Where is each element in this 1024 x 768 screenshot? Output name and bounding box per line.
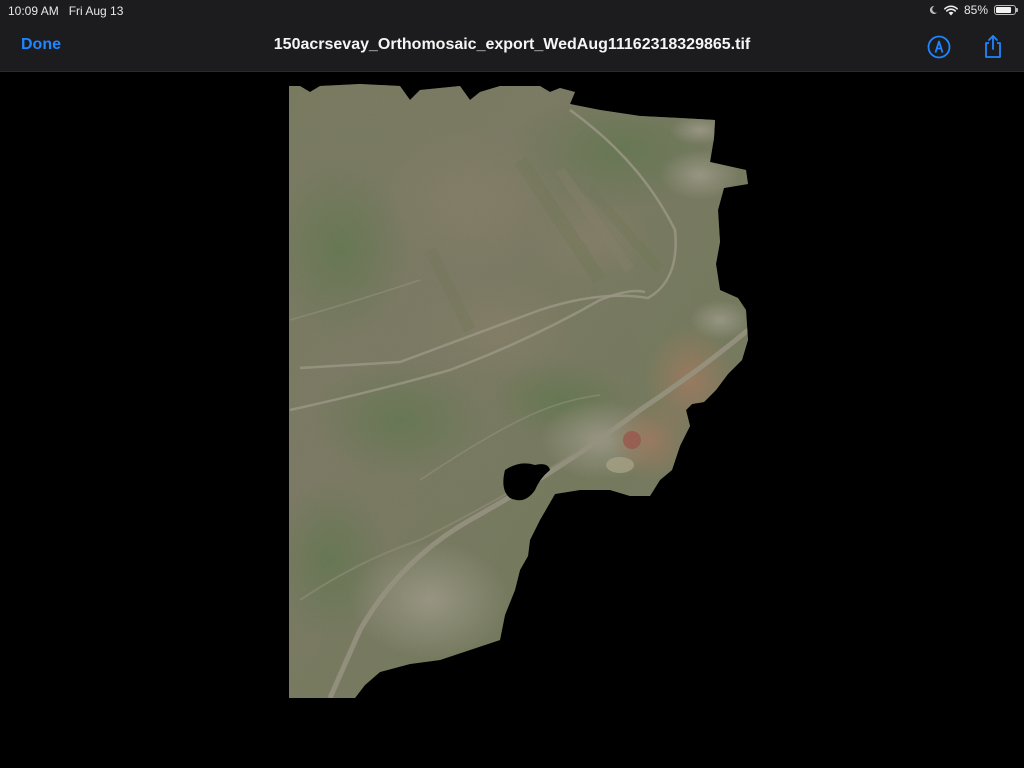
battery-level — [996, 7, 1012, 13]
status-time: 10:09 AM — [8, 4, 59, 18]
image-viewer[interactable] — [0, 72, 1024, 768]
markup-pen-icon — [925, 35, 953, 64]
status-date: Fri Aug 13 — [68, 4, 124, 18]
orthomosaic-terrain — [289, 84, 748, 698]
orthomosaic-image[interactable] — [0, 72, 1024, 768]
battery-percent: 85% — [963, 3, 988, 17]
share-button[interactable] — [979, 33, 1007, 61]
battery-icon — [994, 5, 1018, 15]
document-title: 150acrsevay_Orthomosaic_export_WedAug111… — [273, 36, 751, 53]
share-icon — [979, 35, 1007, 64]
moon-icon — [928, 5, 938, 15]
status-bar: 10:09 AM Fri Aug 13 85% — [0, 0, 1024, 22]
status-left: 10:09 AM Fri Aug 13 — [8, 4, 123, 18]
wifi-icon — [944, 4, 958, 16]
done-button[interactable]: Done — [21, 36, 61, 54]
status-right: 85% — [928, 3, 1018, 17]
nav-bar: Done 150acrsevay_Orthomosaic_export_WedA… — [0, 22, 1024, 72]
markup-button[interactable] — [925, 33, 953, 61]
